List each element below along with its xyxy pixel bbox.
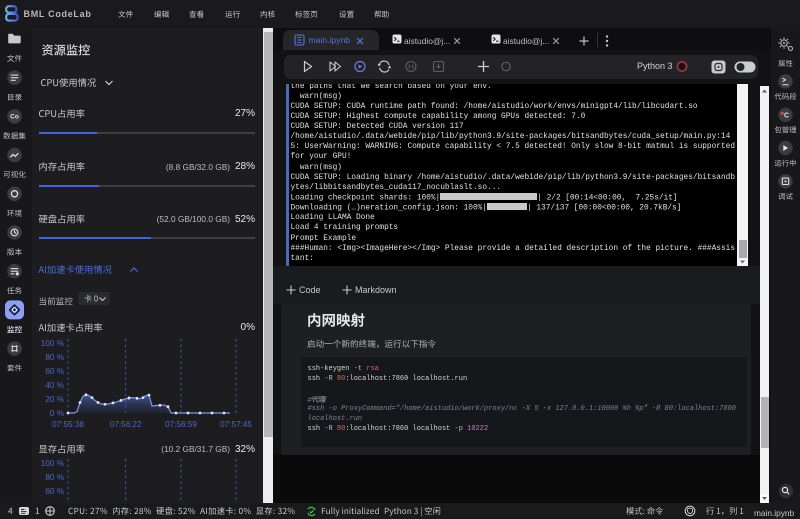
svg-text:C: C [784,112,789,119]
